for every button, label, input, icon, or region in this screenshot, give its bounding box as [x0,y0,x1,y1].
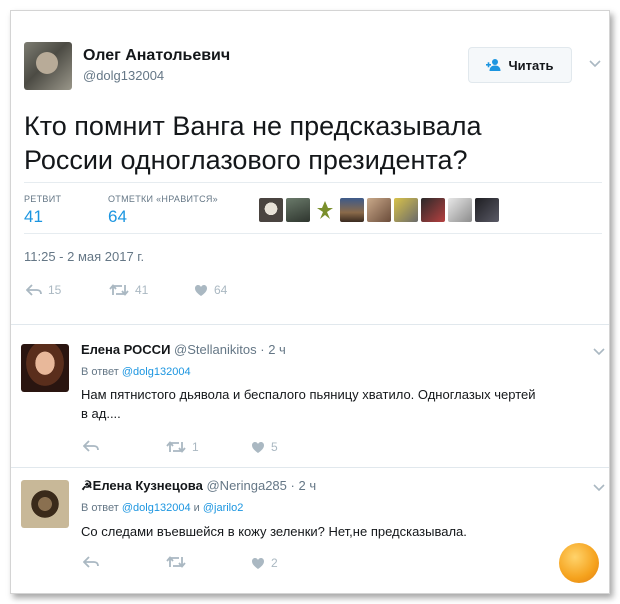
retweet-icon [109,284,129,296]
like-button[interactable]: 64 [194,283,227,297]
retweets-count[interactable]: 41 [24,207,43,227]
liker-avatar[interactable] [394,198,418,222]
reply-icon [83,556,99,568]
chevron-down-icon[interactable] [593,347,605,357]
tweet-text-line-2: России одноглазового президента? [24,145,468,175]
reply-author-handle[interactable]: @Neringa285 [206,478,286,493]
reply-to-and: и [193,502,200,514]
like-count: 5 [271,440,278,454]
reply-time[interactable]: · 2 ч [291,478,317,493]
retweet-icon [166,556,186,568]
tweet-timestamp[interactable]: 11:25 - 2 мая 2017 г. [24,249,144,264]
reply-count: 15 [48,283,62,297]
retweets-label: РЕТВИТ [24,194,62,204]
retweet-count: 41 [135,283,149,297]
heart-icon [195,284,207,296]
liker-avatar[interactable] [367,198,391,222]
heart-icon [252,557,264,569]
reply-button[interactable]: 15 [26,283,61,297]
reply-time[interactable]: · 2 ч [260,342,286,357]
liker-avatar[interactable] [475,198,499,222]
reply-header: Елена РОССИ @Stellanikitos · 2 ч [81,342,286,357]
like-count: 2 [271,556,278,570]
liker-avatar[interactable] [313,198,337,222]
reply-to-prefix: В ответ [81,366,119,378]
likes-count[interactable]: 64 [108,207,127,227]
watermark-logo [559,543,599,583]
reply-text-line-1: Нам пятнистого дьявола и беспалого пьяни… [81,387,536,402]
reply-to: В ответ @dolg132004 [81,366,191,378]
retweet-icon [166,441,186,453]
author-avatar[interactable] [24,42,72,90]
reply-text-line-2: в ад.... [81,406,121,421]
author-name[interactable]: Олег Анатольевич [83,47,230,65]
add-user-icon [486,59,501,71]
divider [24,233,602,234]
follow-button[interactable]: Читать [468,47,572,83]
retweet-button[interactable] [166,556,192,568]
liker-avatar[interactable] [259,198,283,222]
divider [24,182,602,183]
heart-icon [252,441,264,453]
tweet-card: Олег Анатольевич @dolg132004 Читать Кто … [10,10,610,594]
reply-icon [26,284,42,296]
liker-avatar[interactable] [286,198,310,222]
divider [11,324,609,325]
reply-button[interactable] [83,440,105,452]
reply-text-line-1: Со следами въевшейся в кожу зеленки? Нет… [81,524,467,539]
liker-avatar[interactable] [340,198,364,222]
reply-text: Со следами въевшейся в кожу зеленки? Нет… [81,522,551,541]
likes-label: ОТМЕТКИ «НРАВИТСЯ» [108,194,218,204]
chevron-down-icon[interactable] [593,483,605,493]
reply-avatar[interactable] [21,480,69,528]
reply-to-handle[interactable]: @jarilo2 [203,502,244,514]
tweet-text-line-1: Кто помнит Ванга не предсказывала [24,111,482,141]
reply-author-name[interactable]: Елена Кузнецова [93,478,203,493]
like-count: 64 [214,283,228,297]
like-button[interactable]: 5 [251,440,278,454]
tweet-text: Кто помнит Ванга не предсказывала России… [24,109,594,177]
retweet-count: 1 [192,440,199,454]
author-handle[interactable]: @dolg132004 [83,68,164,83]
reply-to-handle[interactable]: @dolg132004 [122,366,191,378]
liker-avatar[interactable] [448,198,472,222]
divider [11,467,609,468]
like-button[interactable]: 2 [251,556,278,570]
likers-avatars [259,198,499,222]
reply-text: Нам пятнистого дьявола и беспалого пьяни… [81,385,601,423]
reply-to-prefix: В ответ [81,502,119,514]
reply-button[interactable] [83,556,105,568]
hammer-sickle-icon: ☭ [81,478,93,493]
chevron-down-icon[interactable] [589,59,601,69]
reply-avatar[interactable] [21,344,69,392]
reply-to: В ответ @dolg132004 и @jarilo2 [81,502,243,514]
follow-label: Читать [508,57,554,73]
liker-avatar[interactable] [421,198,445,222]
reply-author-handle[interactable]: @Stellanikitos [174,342,257,357]
retweet-button[interactable]: 1 [166,440,199,454]
reply-to-handle[interactable]: @dolg132004 [122,502,191,514]
reply-icon [83,440,99,452]
retweet-button[interactable]: 41 [109,283,148,297]
reply-header: ☭Елена Кузнецова @Neringa285 · 2 ч [81,478,316,494]
reply-author-name[interactable]: Елена РОССИ [81,342,170,357]
